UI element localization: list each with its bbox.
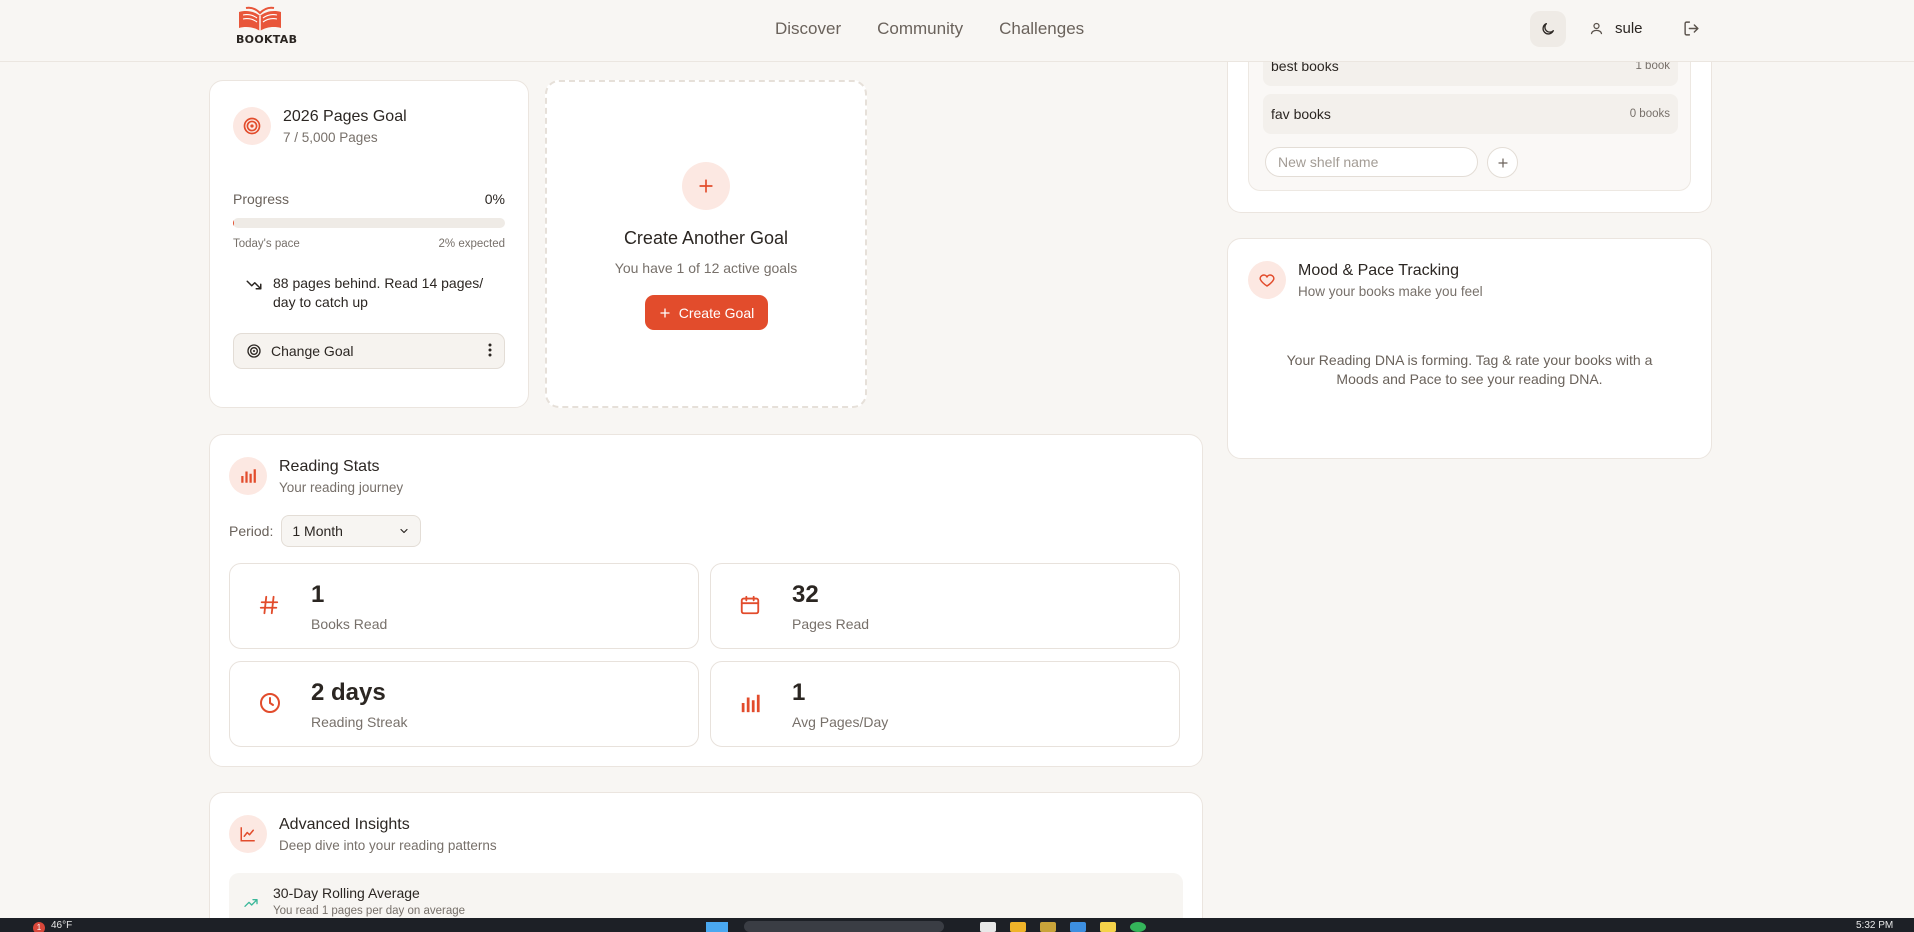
create-goal-label: Create Goal bbox=[678, 304, 755, 321]
advanced-insights-card: Advanced Insights Deep dive into your re… bbox=[209, 792, 1203, 932]
behind-text: 88 pages behind. Read 14 pages/ day to c… bbox=[273, 275, 484, 310]
pages-goal-card: 2026 Pages Goal 7 / 5,000 Pages Progress… bbox=[209, 80, 529, 408]
stat-label: Reading Streak bbox=[311, 714, 408, 730]
taskbar-app-icon[interactable] bbox=[980, 922, 996, 932]
mood-pace-title: Mood & Pace Tracking bbox=[1298, 262, 1459, 279]
logout-icon bbox=[1683, 20, 1700, 37]
shelf-count: 0 books bbox=[1629, 108, 1670, 120]
advanced-insights-title: Advanced Insights bbox=[279, 816, 410, 833]
add-shelf-button[interactable] bbox=[1487, 147, 1518, 178]
username: sule bbox=[1615, 20, 1643, 37]
trending-up-icon bbox=[241, 895, 261, 911]
open-book-icon bbox=[236, 6, 292, 32]
calendar-icon bbox=[739, 593, 761, 617]
new-shelf-input[interactable] bbox=[1265, 147, 1478, 177]
progress-label: Progress bbox=[233, 191, 290, 207]
stat-label: Pages Read bbox=[792, 616, 870, 632]
stat-label: Avg Pages/Day bbox=[792, 714, 889, 730]
reading-stats-title: Reading Stats bbox=[279, 458, 380, 475]
nav-community[interactable]: Community bbox=[877, 19, 963, 39]
mood-pace-header: Mood & Pace Tracking How your books make… bbox=[1248, 261, 1483, 299]
stat-avg-pages: 1 Avg Pages/Day bbox=[710, 661, 1180, 747]
create-goal-title: Create Another Goal bbox=[623, 228, 789, 248]
taskbar-clock: 5:32 PM bbox=[1856, 920, 1894, 931]
advanced-insights-subtitle: Deep dive into your reading patterns bbox=[279, 838, 497, 853]
advanced-insights-header: Advanced Insights Deep dive into your re… bbox=[229, 815, 497, 853]
plus-icon bbox=[659, 307, 671, 319]
notification-badge[interactable]: 1 bbox=[33, 922, 45, 932]
reading-stats-header: Reading Stats Your reading journey bbox=[229, 457, 403, 495]
moon-icon bbox=[1540, 21, 1556, 37]
stat-value: 1 bbox=[311, 581, 325, 608]
chevron-down-icon bbox=[398, 525, 410, 537]
more-options-icon[interactable] bbox=[488, 343, 492, 360]
create-goal-button[interactable]: Create Goal bbox=[645, 295, 768, 330]
create-goal-subtitle: You have 1 of 12 active goals bbox=[614, 260, 798, 276]
goal-header: 2026 Pages Goal 7 / 5,000 Pages bbox=[233, 107, 407, 145]
change-goal-label: Change Goal bbox=[271, 343, 354, 359]
goal-title: 2026 Pages Goal bbox=[283, 108, 407, 125]
main-nav: Discover Community Challenges bbox=[775, 19, 1084, 39]
hash-icon bbox=[258, 593, 280, 617]
period-selector: Period: 1 Month bbox=[229, 515, 422, 547]
theme-toggle-button[interactable] bbox=[1530, 11, 1566, 47]
goal-progress-bar bbox=[233, 218, 505, 228]
bar-chart-icon bbox=[739, 691, 761, 715]
rolling-average-title: 30-Day Rolling Average bbox=[273, 885, 420, 901]
shelf-name: fav books bbox=[1271, 106, 1331, 122]
change-goal-button[interactable]: Change Goal bbox=[233, 333, 505, 369]
logout-button[interactable] bbox=[1683, 20, 1700, 37]
os-taskbar: 1 46°F 5:32 PM bbox=[0, 918, 1914, 932]
stat-pages-read: 32 Pages Read bbox=[710, 563, 1180, 649]
expected-label: 2% expected bbox=[438, 238, 506, 250]
period-value: 1 Month bbox=[292, 523, 343, 539]
behind-notice: 88 pages behind. Read 14 pages/ day to c… bbox=[245, 274, 495, 312]
taskbar-app-icon[interactable] bbox=[1070, 922, 1086, 932]
user-menu[interactable]: sule bbox=[1589, 20, 1643, 37]
stat-label: Books Read bbox=[311, 616, 388, 632]
taskbar-app-icon[interactable] bbox=[1100, 922, 1116, 932]
pace-row: Today's pace 2% expected bbox=[233, 238, 505, 250]
reading-dna-message: Your Reading DNA is forming. Tag & rate … bbox=[1286, 352, 1653, 387]
taskbar-app-icon[interactable] bbox=[1040, 922, 1056, 932]
period-select[interactable]: 1 Month bbox=[281, 515, 422, 547]
clock-icon bbox=[258, 691, 282, 715]
plus-icon bbox=[682, 162, 730, 210]
booktab-logo[interactable]: BOOKTAB bbox=[236, 6, 298, 46]
stat-reading-streak: 2 days Reading Streak bbox=[229, 661, 699, 747]
nav-challenges[interactable]: Challenges bbox=[999, 19, 1084, 39]
pace-label: Today's pace bbox=[233, 238, 300, 250]
stat-value: 2 days bbox=[311, 679, 386, 706]
logo-wordmark: BOOKTAB bbox=[236, 33, 298, 46]
mood-pace-card: Mood & Pace Tracking How your books make… bbox=[1227, 238, 1712, 459]
stat-value: 1 bbox=[792, 679, 806, 706]
top-navbar: BOOKTAB Discover Community Challenges su… bbox=[0, 0, 1914, 62]
folder-icon[interactable] bbox=[1010, 922, 1026, 932]
progress-row: Progress 0% bbox=[233, 191, 505, 207]
plus-icon bbox=[1497, 157, 1509, 169]
target-icon bbox=[233, 107, 271, 145]
weather-temp[interactable]: 46°F bbox=[51, 920, 72, 931]
nav-discover[interactable]: Discover bbox=[775, 19, 841, 39]
reading-stats-card: Reading Stats Your reading journey Perio… bbox=[209, 434, 1203, 767]
taskbar-search[interactable] bbox=[744, 921, 944, 932]
stat-value: 32 bbox=[792, 581, 819, 608]
rolling-average-text: You read 1 pages per day on average bbox=[273, 905, 466, 917]
chrome-icon[interactable] bbox=[1130, 922, 1146, 932]
bar-chart-icon bbox=[229, 457, 267, 495]
reading-stats-subtitle: Your reading journey bbox=[279, 480, 404, 495]
progress-percent: 0% bbox=[484, 191, 505, 207]
create-goal-card: Create Another Goal You have 1 of 12 act… bbox=[545, 80, 867, 408]
target-icon bbox=[246, 343, 262, 359]
user-icon bbox=[1589, 21, 1604, 36]
heart-icon bbox=[1248, 261, 1286, 299]
windows-start-icon[interactable] bbox=[706, 922, 728, 932]
mood-pace-subtitle: How your books make you feel bbox=[1298, 284, 1483, 299]
trending-down-icon bbox=[245, 274, 263, 312]
period-label: Period: bbox=[229, 523, 274, 539]
stat-books-read: 1 Books Read bbox=[229, 563, 699, 649]
goal-progress-text: 7 / 5,000 Pages bbox=[283, 130, 378, 145]
shelf-item[interactable]: fav books 0 books bbox=[1263, 94, 1678, 134]
line-chart-icon bbox=[229, 815, 267, 853]
